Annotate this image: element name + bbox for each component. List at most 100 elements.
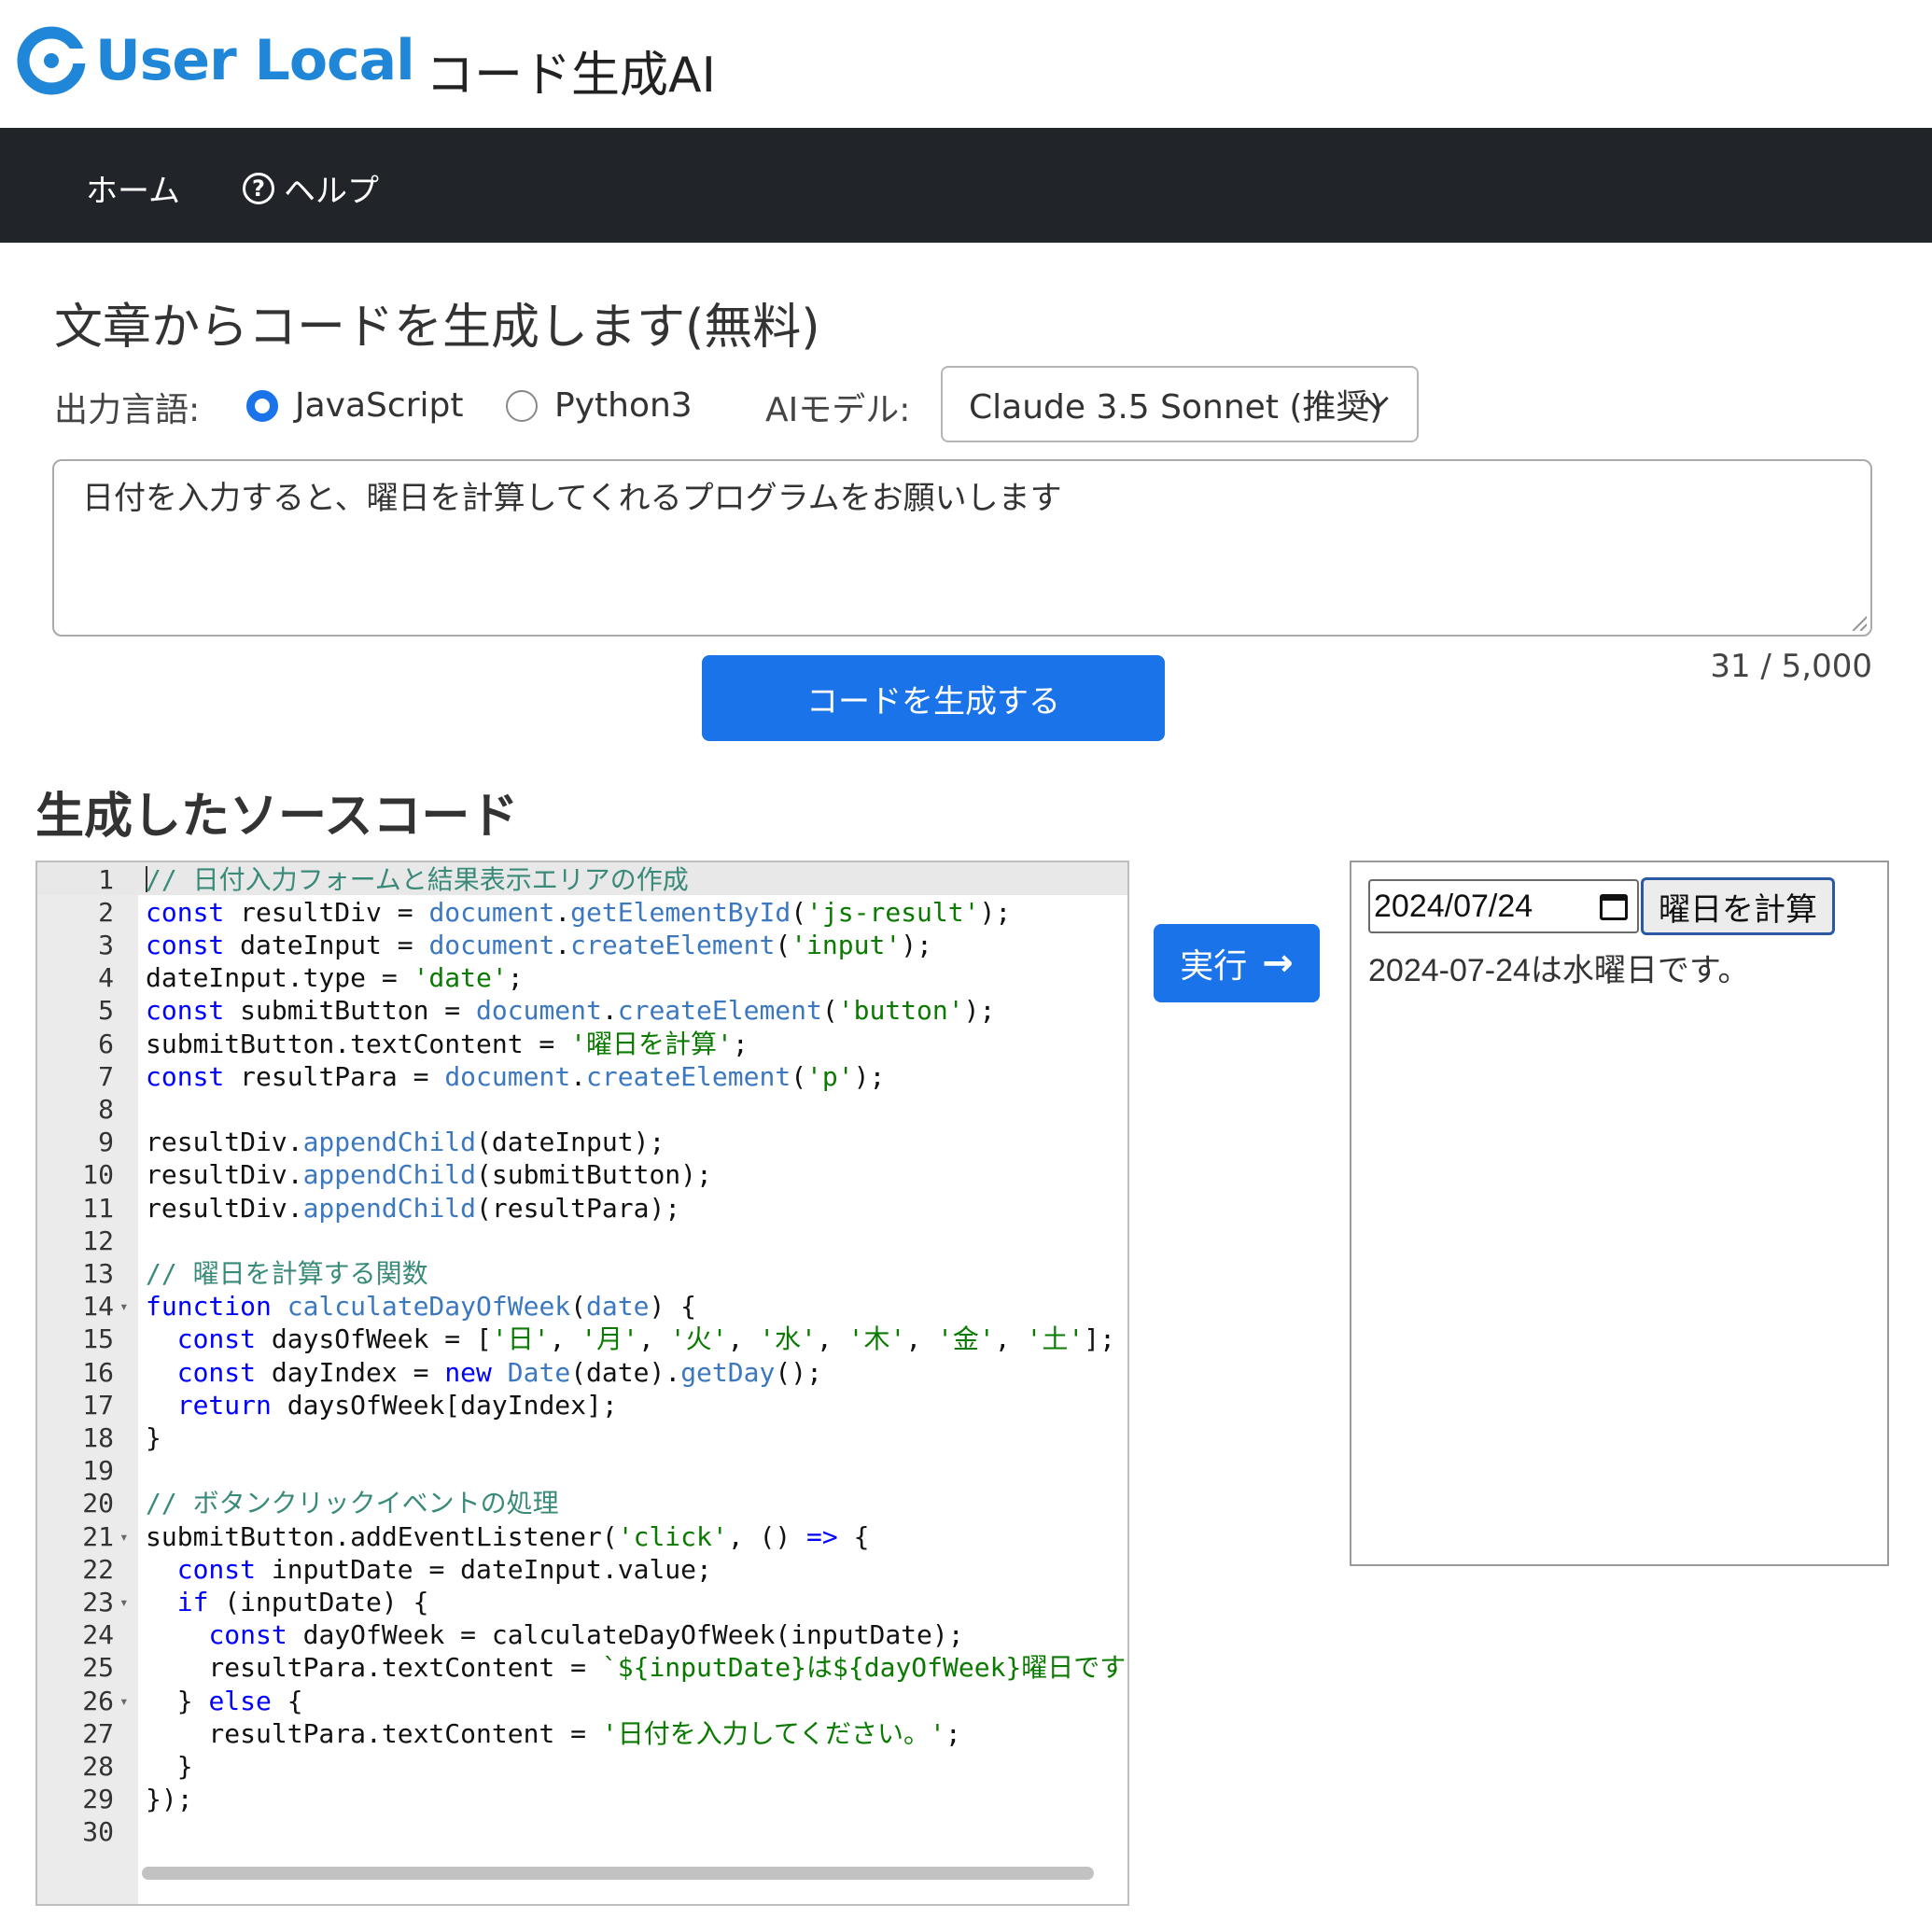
code-line: 12: [37, 1225, 1127, 1257]
run-button[interactable]: 実行 →: [1154, 924, 1320, 1002]
line-number: 19: [82, 1455, 114, 1487]
nav-help-link[interactable]: ? ヘルプ: [243, 165, 379, 211]
fold-arrow-icon[interactable]: ▾: [119, 1290, 129, 1323]
code-line: 25 resultPara.textContent = `${inputDate…: [37, 1651, 1127, 1684]
line-number: 23: [82, 1586, 114, 1617]
code-line: 27 resultPara.textContent = '日付を入力してください…: [37, 1717, 1127, 1750]
code-text: }: [146, 1750, 193, 1782]
line-number: 21: [82, 1520, 114, 1552]
code-line: 29});: [37, 1783, 1127, 1815]
line-number: 14: [82, 1291, 114, 1323]
code-text: // ボタンクリックイベントの処理: [146, 1488, 559, 1519]
code-text: dateInput.type = 'date';: [146, 962, 524, 994]
navbar: ホーム ? ヘルプ: [0, 128, 1932, 243]
radio-checked-icon: [246, 389, 278, 422]
code-text: }: [146, 1421, 161, 1453]
logo-mark-icon: [17, 26, 86, 95]
code-line: 20 // ボタンクリックイベントの処理: [37, 1487, 1127, 1519]
code-line: 13 // 曜日を計算する関数: [37, 1257, 1127, 1290]
line-number: 5: [98, 995, 114, 1027]
code-text: const resultDiv = document.getElementByI…: [146, 896, 1012, 928]
page-title: 文章からコードを生成します(無料): [54, 300, 820, 356]
ai-model-value: Claude 3.5 Sonnet (推奨): [969, 388, 1383, 427]
resize-handle-icon[interactable]: [1852, 616, 1867, 631]
line-number: 29: [82, 1784, 114, 1815]
user-local-logo[interactable]: User Local: [17, 26, 415, 95]
code-text: } else {: [146, 1685, 303, 1716]
line-number: 30: [82, 1816, 114, 1848]
code-text: if (inputDate) {: [176, 1586, 429, 1617]
nav-home-label: ホーム: [86, 173, 180, 210]
line-number: 16: [82, 1356, 114, 1388]
line-number: 15: [82, 1323, 114, 1355]
code-line: 19: [37, 1454, 1127, 1487]
line-number: 6: [98, 1028, 114, 1059]
radio-javascript-label: JavaScript: [295, 386, 464, 425]
code-text: const dayOfWeek = calculateDayOfWeek(inp…: [208, 1619, 964, 1651]
code-line: 6 submitButton.textContent = '曜日を計算';: [37, 1028, 1127, 1060]
output-lang-label: 出力言語:: [54, 391, 201, 429]
code-line: 22 const inputDate = dateInput.value;: [37, 1553, 1127, 1586]
code-text: const submitButton = document.createElem…: [146, 995, 996, 1027]
calendar-icon[interactable]: [1600, 894, 1628, 920]
calculate-weekday-button[interactable]: 曜日を計算: [1641, 877, 1835, 935]
code-line: 1 // 日付入力フォームと結果表示エリアの作成: [37, 863, 1127, 896]
line-number: 4: [98, 962, 114, 994]
fold-arrow-icon[interactable]: ▾: [119, 1586, 129, 1618]
line-number: 22: [82, 1553, 114, 1585]
code-text: resultDiv.appendChild(resultPara);: [146, 1192, 681, 1224]
code-line: 16 const dayIndex = new Date(date).getDa…: [37, 1356, 1127, 1389]
question-circle-icon: ?: [243, 172, 274, 204]
logo-text: User Local: [95, 28, 415, 93]
result-text: 2024-07-24は水曜日です。: [1368, 953, 1750, 988]
ai-model-label: AIモデル:: [765, 391, 911, 429]
code-text: resultPara.textContent = `${inputDate}は$…: [146, 1652, 1127, 1684]
code-text: const inputDate = dateInput.value;: [176, 1553, 712, 1585]
line-number: 9: [98, 1127, 114, 1158]
code-line: 10 resultDiv.appendChild(submitButton);: [37, 1158, 1127, 1191]
code-line: 8: [37, 1093, 1127, 1126]
fold-arrow-icon[interactable]: ▾: [119, 1520, 129, 1553]
section-title: 生成したソースコード: [35, 789, 519, 845]
code-line: 26 ▾ } else {: [37, 1685, 1127, 1717]
radio-javascript[interactable]: JavaScript: [246, 386, 463, 425]
line-number: 24: [82, 1619, 114, 1651]
line-number: 11: [82, 1192, 114, 1224]
line-number: 20: [82, 1488, 114, 1519]
line-number: 27: [82, 1717, 114, 1749]
code-text: submitButton.textContent = '曜日を計算';: [146, 1028, 749, 1059]
ai-model-select[interactable]: Claude 3.5 Sonnet (推奨): [941, 366, 1419, 442]
code-text: resultDiv.appendChild(submitButton);: [146, 1159, 712, 1191]
fold-arrow-icon[interactable]: ▾: [119, 1685, 129, 1717]
code-text: const dateInput = document.createElement…: [146, 929, 932, 960]
radio-python3[interactable]: Python3: [506, 386, 693, 425]
code-line: 5 const submitButton = document.createEle…: [37, 994, 1127, 1027]
code-line: 4 dateInput.type = 'date';: [37, 961, 1127, 994]
nav-help-label: ヘルプ: [284, 173, 379, 210]
prompt-textarea[interactable]: 日付を入力すると、曜日を計算してくれるプログラムをお願いします: [52, 459, 1872, 637]
code-line: 11 resultDiv.appendChild(resultPara);: [37, 1192, 1127, 1225]
line-number: 1: [98, 863, 114, 895]
text-cursor: [146, 866, 147, 892]
code-text: resultPara.textContent = '日付を入力してください。';: [146, 1717, 961, 1749]
code-text: // 日付入力フォームと結果表示エリアの作成: [146, 863, 689, 895]
code-text: resultDiv.appendChild(dateInput);: [146, 1127, 665, 1158]
nav-home-link[interactable]: ホーム: [86, 165, 180, 211]
line-number: 28: [82, 1750, 114, 1782]
code-editor[interactable]: 1 // 日付入力フォームと結果表示エリアの作成 2 const resultDiv …: [35, 861, 1129, 1906]
code-line: 24 const dayOfWeek = calculateDayOfWeek(…: [37, 1618, 1127, 1651]
top-header: User Local コード生成AI: [0, 0, 1932, 128]
code-text: return daysOfWeek[dayIndex];: [176, 1389, 618, 1421]
radio-unchecked-icon: [506, 389, 538, 422]
line-number: 10: [82, 1159, 114, 1191]
code-text: const dayIndex = new Date(date).getDay()…: [176, 1356, 822, 1388]
code-line: 28 }: [37, 1750, 1127, 1783]
code-line: 15 const daysOfWeek = ['日', '月', '火', '水…: [37, 1323, 1127, 1355]
date-input[interactable]: 2024/07/24: [1368, 879, 1639, 933]
line-number: 12: [82, 1225, 114, 1256]
generate-code-button[interactable]: コードを生成する: [702, 655, 1165, 741]
code-line: 21 ▾ submitButton.addEventListener('click'…: [37, 1520, 1127, 1553]
code-line: 7 const resultPara = document.createEleme…: [37, 1060, 1127, 1093]
prompt-text: 日付を入力すると、曜日を計算してくれるプログラムをお願いします: [82, 480, 1062, 517]
horizontal-scrollbar[interactable]: [142, 1867, 1094, 1880]
